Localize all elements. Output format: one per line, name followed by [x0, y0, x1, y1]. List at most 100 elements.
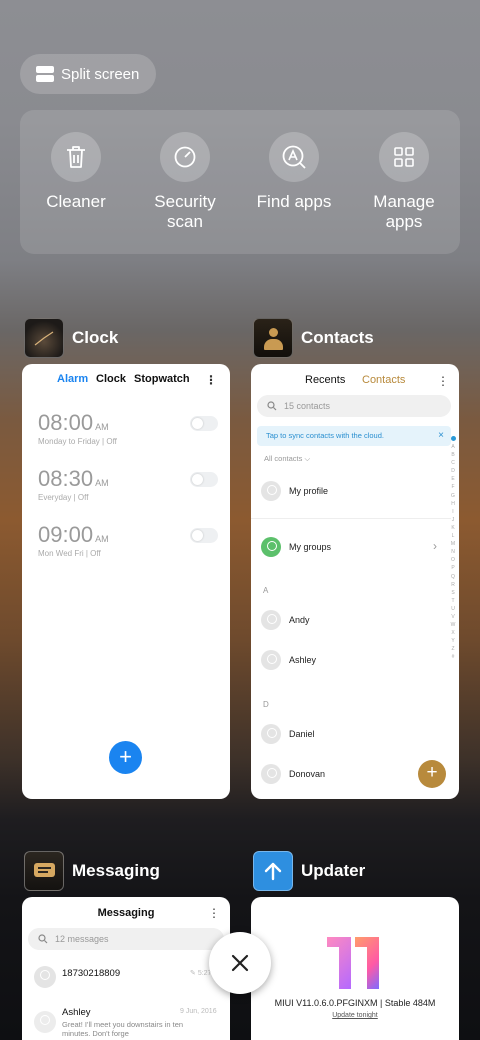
search-icon [38, 934, 48, 944]
alphabet-letter[interactable]: V [450, 613, 456, 621]
clock-app-card[interactable]: Alarm Clock Stopwatch ⋮ 08:00 AM Monday t… [22, 364, 230, 799]
contacts-app-card[interactable]: Recents Contacts ⋮ 15 contacts Tap to sy… [251, 364, 459, 799]
alphabet-letter[interactable]: G [450, 492, 456, 500]
messaging-app-icon [24, 851, 64, 891]
clock-app-header[interactable]: Clock [24, 318, 118, 358]
alphabet-letter[interactable]: Z [450, 645, 456, 653]
clear-all-button[interactable] [209, 932, 271, 994]
messaging-header-title: Messaging [97, 907, 155, 919]
my-groups-row[interactable]: My groups [261, 537, 331, 557]
contact-row[interactable]: Donovan [261, 764, 325, 784]
alarm-repeat: Mon Wed Fri | Off [38, 549, 101, 558]
section-header: D [263, 700, 269, 709]
find-apps-label: Find apps [256, 192, 332, 211]
alphabet-letter[interactable]: X [450, 629, 456, 637]
contacts-app-title: Contacts [301, 328, 374, 347]
contacts-search-placeholder: 15 contacts [284, 401, 331, 411]
sync-banner[interactable]: Tap to sync contacts with the cloud. × [257, 426, 451, 446]
split-screen-button[interactable]: Split screen [20, 54, 156, 94]
alphabet-letter[interactable]: E [450, 475, 456, 483]
message-thread[interactable]: 18730218809 ✎ 5:27 P [34, 966, 230, 992]
alphabet-letter[interactable]: O [450, 556, 456, 564]
section-header: A [263, 586, 269, 595]
alphabet-letter[interactable]: L [450, 532, 456, 540]
avatar [34, 1011, 56, 1033]
tab-clock[interactable]: Clock [96, 373, 126, 385]
avatar [261, 650, 281, 670]
alphabet-letter[interactable]: R [450, 581, 456, 589]
sync-banner-text: Tap to sync contacts with the cloud. [266, 431, 384, 440]
alphabet-letter[interactable]: T [450, 597, 456, 605]
favorites-dot-icon [450, 436, 456, 441]
alphabet-letter[interactable]: H [450, 500, 456, 508]
alarm-toggle[interactable] [190, 472, 218, 487]
messaging-app-header[interactable]: Messaging [24, 851, 160, 891]
alarm-item[interactable]: 08:00 AM Monday to Friday | Off [38, 410, 218, 446]
messaging-app-card[interactable]: Messaging ⋮ 12 messages 18730218809 ✎ 5:… [22, 897, 230, 1040]
alphabet-letter[interactable]: U [450, 605, 456, 613]
alarm-repeat: Monday to Friday | Off [38, 437, 117, 446]
tab-stopwatch[interactable]: Stopwatch [134, 373, 190, 385]
alphabet-letter[interactable]: F [450, 483, 456, 491]
alphabet-letter[interactable]: D [450, 467, 456, 475]
alphabet-index[interactable]: A B C D E F G H I J K L M N O P Q R S T U V W X Y Z # [450, 436, 456, 662]
split-screen-icon [36, 66, 54, 82]
chevron-down-icon: ⌵ [304, 454, 311, 463]
grid-icon [379, 132, 429, 182]
contacts-filter[interactable]: All contacts ⌵ [264, 454, 310, 464]
alphabet-letter[interactable]: I [450, 508, 456, 516]
contacts-app-header[interactable]: Contacts [253, 318, 374, 358]
alarm-item[interactable]: 08:30 AM Everyday | Off [38, 466, 218, 502]
alphabet-letter[interactable]: K [450, 524, 456, 532]
alarm-toggle[interactable] [190, 528, 218, 543]
my-profile-row[interactable]: My profile [261, 481, 328, 501]
contact-row[interactable]: Daniel [261, 724, 315, 744]
alphabet-letter[interactable]: Y [450, 637, 456, 645]
shield-gauge-icon [160, 132, 210, 182]
alphabet-letter[interactable]: A [450, 443, 456, 451]
alphabet-letter[interactable]: # [450, 653, 456, 661]
alphabet-letter[interactable]: N [450, 548, 456, 556]
alphabet-letter[interactable]: W [450, 621, 456, 629]
message-thread[interactable]: Ashley 9 Jun, 2016 Great! I'll meet you … [34, 1005, 230, 1040]
messages-search-placeholder: 12 messages [55, 934, 109, 944]
alarm-toggle[interactable] [190, 416, 218, 431]
add-alarm-button[interactable]: + [109, 741, 142, 774]
updater-app-icon [253, 851, 293, 891]
updater-app-header[interactable]: Updater [253, 851, 365, 891]
alphabet-letter[interactable]: J [450, 516, 456, 524]
update-tonight-link[interactable]: Update tonight [251, 1012, 459, 1019]
contact-row[interactable]: Andy [261, 610, 310, 630]
manage-apps-button[interactable]: Manage apps [354, 132, 454, 232]
alphabet-letter[interactable]: S [450, 589, 456, 597]
alphabet-letter[interactable]: C [450, 459, 456, 467]
avatar [261, 481, 281, 501]
message-sender: 18730218809 [62, 968, 121, 979]
more-menu-icon[interactable]: ⋮ [437, 374, 449, 388]
security-scan-button[interactable]: Security scan [135, 132, 235, 232]
avatar [261, 764, 281, 784]
tab-contacts[interactable]: Contacts [362, 374, 405, 386]
updater-app-card[interactable]: MIUI V11.0.6.0.PFGINXM | Stable 484M Upd… [251, 897, 459, 1040]
tab-recents[interactable]: Recents [305, 374, 345, 386]
miui-11-logo [327, 937, 383, 989]
messaging-app-title: Messaging [72, 861, 160, 880]
alphabet-letter[interactable]: B [450, 451, 456, 459]
alphabet-letter[interactable]: M [450, 540, 456, 548]
alphabet-letter[interactable]: Q [450, 573, 456, 581]
cleaner-button[interactable]: Cleaner [26, 132, 126, 212]
quick-tools-panel: Cleaner Security scan Find apps Manage a… [20, 110, 460, 254]
group-icon [261, 537, 281, 557]
alarm-item[interactable]: 09:00 AM Mon Wed Fri | Off [38, 522, 218, 558]
messages-search-input[interactable]: 12 messages [28, 928, 224, 950]
message-sender: Ashley [62, 1007, 91, 1018]
find-apps-button[interactable]: Find apps [244, 132, 344, 212]
alphabet-letter[interactable]: P [450, 564, 456, 572]
add-contact-button[interactable]: + [418, 760, 446, 788]
tab-alarm[interactable]: Alarm [57, 373, 88, 385]
close-icon[interactable]: × [438, 426, 444, 446]
contacts-search-input[interactable]: 15 contacts [257, 395, 451, 417]
more-menu-icon[interactable]: ⋮ [208, 906, 220, 920]
contact-row[interactable]: Ashley [261, 650, 316, 670]
more-menu-icon[interactable]: ⋮ [205, 373, 217, 387]
